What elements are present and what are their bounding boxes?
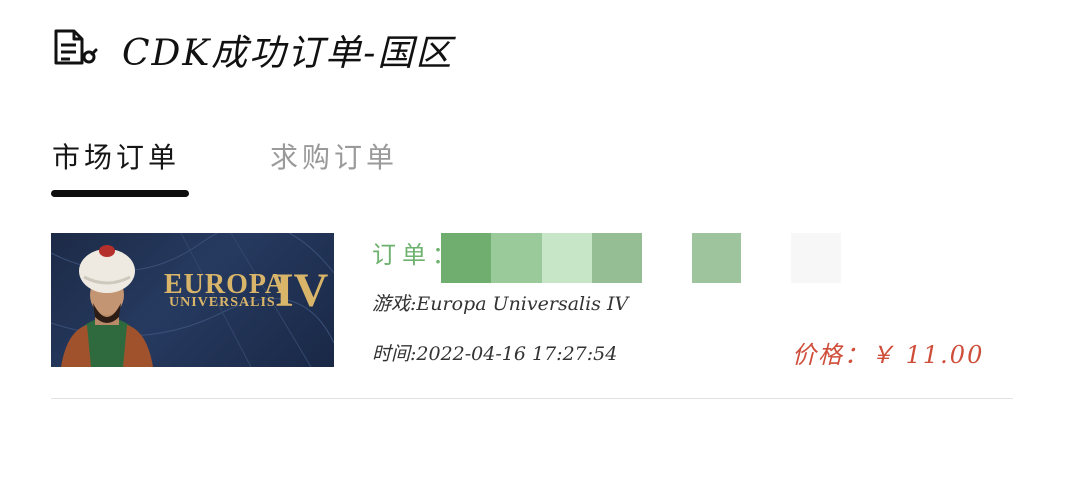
tab-purchase-requests[interactable]: 求购订单 [270,136,398,176]
tab-market-orders[interactable]: 市场订单 [52,136,180,176]
divider [51,398,1013,399]
game-thumbnail: EUROPA UNIVERSALIS IV [51,233,334,367]
page-title: CDK成功订单-国区 [122,33,454,74]
thumbnail-title-line2: UNIVERSALIS [169,295,276,310]
order-price: 价格：￥ 11.00 [792,341,985,369]
game-name: 游戏:Europa Universalis IV [372,293,629,315]
thumbnail-numeral: IV [275,264,329,317]
order-card[interactable]: EUROPA UNIVERSALIS IV 订单： 游戏:Europa Univ… [51,233,1013,403]
order-time: 时间:2022-04-16 17:27:54 [372,343,618,365]
document-edit-icon [54,29,98,65]
active-tab-indicator [51,190,189,197]
